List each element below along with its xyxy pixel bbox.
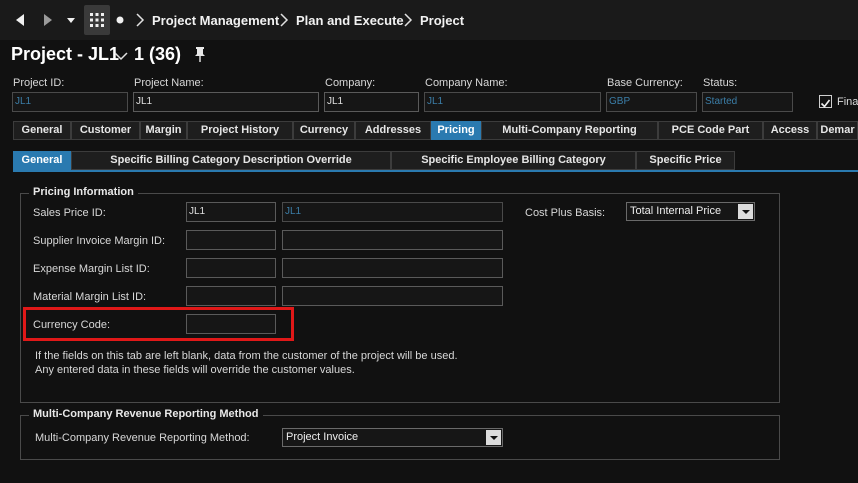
pricing-info-text-line-2: Any entered data in these fields will ov…: [35, 364, 355, 376]
company-field[interactable]: JL1: [324, 92, 419, 112]
material-margin-list-id-field[interactable]: [186, 286, 276, 306]
project-name-field[interactable]: JL1: [133, 92, 319, 112]
base-currency-field[interactable]: GBP: [606, 92, 697, 112]
multi-company-method-select[interactable]: Project Invoice: [282, 428, 503, 447]
pricing-information-title: Pricing Information: [29, 186, 138, 198]
expense-margin-list-id-label: Expense Margin List ID:: [33, 263, 150, 275]
pin-icon[interactable]: [193, 46, 207, 64]
material-margin-list-description-field[interactable]: [282, 286, 503, 306]
status-label: Status:: [703, 77, 738, 89]
currency-code-highlight-box: [23, 307, 294, 341]
tab-pce-code-part[interactable]: PCE Code Part: [658, 121, 763, 140]
final-checkbox-label: Fina: [837, 96, 858, 108]
multi-company-method-value: Project Invoice: [286, 431, 359, 443]
sales-price-id-label: Sales Price ID:: [33, 207, 106, 219]
record-count: 1 (36): [134, 44, 182, 64]
chevron-right-icon: [403, 11, 413, 29]
project-id-field[interactable]: JL1: [12, 92, 128, 112]
company-name-field[interactable]: JL1: [424, 92, 601, 112]
chevron-right-icon: [135, 11, 145, 29]
base-currency-label: Base Currency:: [607, 77, 683, 89]
tab-currency[interactable]: Currency: [293, 121, 355, 140]
page-title: Project - JL1: [11, 44, 120, 64]
supplier-invoice-margin-description-field[interactable]: [282, 230, 503, 250]
tab-margin[interactable]: Margin: [140, 121, 187, 140]
breadcrumb-plan-and-execute[interactable]: Plan and Execute: [296, 13, 404, 28]
tab-access[interactable]: Access: [763, 121, 817, 140]
tab-demand[interactable]: Demar: [817, 121, 858, 140]
subtab-underline: [13, 170, 858, 172]
multi-company-revenue-title: Multi-Company Revenue Reporting Method: [29, 408, 263, 420]
cost-plus-basis-label: Cost Plus Basis:: [525, 207, 606, 219]
tab-project-history[interactable]: Project History: [187, 121, 293, 140]
material-margin-list-id-label: Material Margin List ID:: [33, 291, 147, 303]
breadcrumb-project-management[interactable]: Project Management: [152, 13, 279, 28]
tab-addresses[interactable]: Addresses: [355, 121, 431, 140]
cost-plus-basis-select[interactable]: Total Internal Price: [626, 202, 755, 221]
status-field[interactable]: Started: [702, 92, 793, 112]
supplier-invoice-margin-id-field[interactable]: [186, 230, 276, 250]
home-dot-icon[interactable]: [112, 8, 128, 32]
project-name-label: Project Name:: [134, 77, 204, 89]
cost-plus-basis-value: Total Internal Price: [630, 205, 722, 217]
multi-company-method-label: Multi-Company Revenue Reporting Method:: [35, 432, 250, 444]
chevron-down-icon[interactable]: [738, 204, 753, 219]
sales-price-description-field[interactable]: JL1: [282, 202, 503, 222]
subtab-general[interactable]: General: [13, 151, 71, 170]
pricing-info-text-line-1: If the fields on this tab are left blank…: [35, 350, 458, 362]
tab-multi-company-reporting[interactable]: Multi-Company Reporting: [481, 121, 658, 140]
chevron-down-icon[interactable]: [113, 49, 129, 61]
expense-margin-list-id-field[interactable]: [186, 258, 276, 278]
company-label: Company:: [325, 77, 376, 89]
checkmark-icon: [820, 99, 831, 108]
chevron-right-icon: [279, 11, 289, 29]
subtab-specific-billing-category-description-override[interactable]: Specific Billing Category Description Ov…: [71, 151, 391, 170]
tab-general[interactable]: General: [13, 121, 71, 140]
tab-customer[interactable]: Customer: [71, 121, 140, 140]
expense-margin-list-description-field[interactable]: [282, 258, 503, 278]
company-name-label: Company Name:: [425, 77, 508, 89]
app-menu-grid-icon[interactable]: [84, 5, 110, 35]
subtab-specific-employee-billing-category[interactable]: Specific Employee Billing Category: [391, 151, 636, 170]
subtab-specific-price[interactable]: Specific Price: [636, 151, 735, 170]
project-id-label: Project ID:: [13, 77, 65, 89]
top-navigation-bar: Project Management Plan and Execute Proj…: [0, 0, 858, 40]
tab-pricing[interactable]: Pricing: [431, 121, 481, 140]
back-arrow-icon[interactable]: [8, 8, 32, 32]
breadcrumb-project[interactable]: Project: [420, 13, 464, 28]
sales-price-id-field[interactable]: JL1: [186, 202, 276, 222]
forward-arrow-icon[interactable]: [36, 8, 60, 32]
final-checkbox[interactable]: [819, 95, 832, 108]
chevron-down-icon[interactable]: [486, 430, 501, 445]
history-dropdown-icon[interactable]: [62, 8, 80, 32]
supplier-invoice-margin-id-label: Supplier Invoice Margin ID:: [33, 235, 166, 247]
